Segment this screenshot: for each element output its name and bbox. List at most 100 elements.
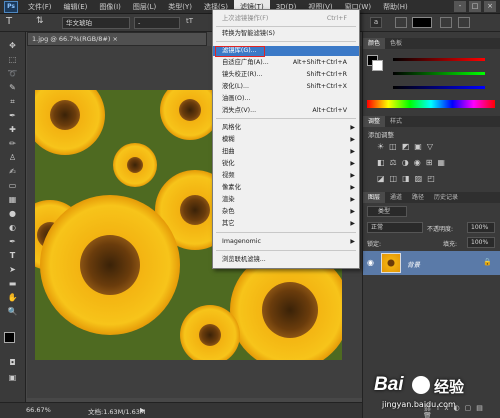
menu-file[interactable]: 文件(F) [22,0,58,14]
tab-history[interactable]: 历史记录 [429,192,463,203]
menu-item-distort[interactable]: 扭曲 ▶ [213,147,359,157]
menu-item-noise[interactable]: 杂色 ▶ [213,207,359,217]
right-panels: 颜色 色板 调整 样式 添加调整 ☀◫◩▣▽ ◧⚖◑◉⊞▦ ◪◫◨▨◰ 图层 通… [362,32,500,418]
menu-item-vanishing-point[interactable]: 消失点(V)... Alt+Ctrl+V [213,106,359,116]
red-slider[interactable] [393,58,485,61]
anti-alias-icon[interactable]: a [370,17,382,28]
color-spectrum-bar[interactable] [367,100,495,108]
font-style-select[interactable]: - [134,17,180,29]
path-selection-tool-icon[interactable]: ➤ [5,264,20,275]
menu-item-pixelate[interactable]: 像素化 ▶ [213,183,359,193]
zoom-tool-icon[interactable]: 🔍 [5,306,20,317]
submenu-arrow-icon: ▶ [350,220,355,227]
menu-image[interactable]: 图像(I) [93,0,127,14]
eyedropper-tool-icon[interactable]: ✒ [5,110,20,121]
menu-item-video[interactable]: 视频 ▶ [213,171,359,181]
menu-layer[interactable]: 图层(L) [127,0,162,14]
watermark-brand-2: 经验 [434,378,465,396]
adjustments-title: 添加调整 [368,131,394,139]
fill-field[interactable]: 100% [467,237,495,248]
quick-mask-icon[interactable]: ◘ [5,357,20,368]
tab-color[interactable]: 颜色 [363,38,386,49]
menu-help[interactable]: 帮助(H) [377,0,414,14]
document-tab[interactable]: 1.jpg @ 66.7%(RGB/8#) × [27,32,207,46]
adjustment-icons-row-1[interactable]: ☀◫◩▣▽ [377,142,438,151]
menu-type[interactable]: 类型(Y) [162,0,198,14]
zoom-level[interactable]: 66.67% [26,406,51,414]
eraser-tool-icon[interactable]: ▭ [5,180,20,191]
clone-stamp-tool-icon[interactable]: ♙ [5,152,20,163]
menu-item-imagenomic[interactable]: Imagenomic ▶ [213,237,359,247]
marquee-tool-icon[interactable]: ⬚ [5,54,20,65]
menu-item-convert-smart-filters[interactable]: 转换为智能滤镜(S) [213,29,359,39]
hand-tool-icon[interactable]: ✋ [5,292,20,303]
adjustment-icons-row-3[interactable]: ◪◫◨▨◰ [377,174,440,183]
type-tool-icon[interactable]: T [6,16,12,27]
menu-item-other[interactable]: 其它 ▶ [213,219,359,229]
layer-kind-filter[interactable]: 类型 [367,206,407,217]
text-color-swatch[interactable] [412,17,432,28]
tab-paths[interactable]: 路径 [407,192,429,203]
menu-item-adaptive-wide-angle[interactable]: 自适应广角(A)... Alt+Shift+Ctrl+A [213,58,359,68]
font-size-icon: tT [186,17,194,25]
tab-swatches[interactable]: 色板 [385,38,407,49]
menu-item-blur[interactable]: 模糊 ▶ [213,135,359,145]
pen-tool-icon[interactable]: ✒ [5,236,20,247]
menu-item-render[interactable]: 渲染 ▶ [213,195,359,205]
crop-tool-icon[interactable]: ⌗ [5,96,20,107]
history-brush-tool-icon[interactable]: ✍ [5,166,20,177]
foreground-color-swatch[interactable] [4,332,15,343]
opacity-field[interactable]: 100% [467,222,495,233]
lasso-tool-icon[interactable]: ➰ [5,68,20,79]
layer-row-background[interactable]: ◉ 背景 🔒 [363,251,500,275]
type-tool-icon[interactable]: T [5,250,20,261]
tab-adjustments[interactable]: 调整 [363,116,386,127]
green-slider[interactable] [393,72,485,75]
color-panel-tabs: 颜色 色板 [363,38,500,49]
layer-name[interactable]: 背景 [407,259,420,269]
menu-item-lens-correction[interactable]: 镜头校正(R)... Shift+Ctrl+R [213,70,359,80]
menu-item-liquify[interactable]: 液化(L)... Shift+Ctrl+X [213,82,359,92]
blend-mode-select[interactable]: 正常 [367,222,423,233]
tab-styles[interactable]: 样式 [385,116,407,127]
align-button[interactable] [395,17,407,28]
menu-item-oil-paint[interactable]: 油画(O)... [213,94,359,104]
warp-text-button[interactable] [440,17,452,28]
maximize-button[interactable]: □ [469,1,481,12]
text-orientation-icon[interactable]: ⇅ [36,16,44,26]
blur-tool-icon[interactable]: ● [5,208,20,219]
tab-channels[interactable]: 通道 [385,192,407,203]
dodge-tool-icon[interactable]: ◐ [5,222,20,233]
adjustment-icons-row-2[interactable]: ◧⚖◑◉⊞▦ [377,158,450,167]
panel-background-swatch[interactable] [372,60,383,71]
move-tool-icon[interactable]: ✥ [5,40,20,51]
paw-logo-icon [412,376,430,394]
fill-label: 填充: [443,241,458,248]
lock-label: 锁定: [367,241,382,248]
photoshop-window: Ps 文件(F) 编辑(E) 图像(I) 图层(L) 类型(Y) 选择(S) 滤… [0,0,500,418]
blue-slider[interactable] [393,86,485,89]
gradient-tool-icon[interactable]: ▦ [5,194,20,205]
brush-tool-icon[interactable]: ✏ [5,138,20,149]
submenu-arrow-icon: ▶ [350,172,355,179]
minimize-button[interactable]: - [454,1,466,12]
visibility-eye-icon[interactable]: ◉ [367,258,374,267]
menu-item-browse-filters-online[interactable]: 浏览联机滤镜... [213,255,359,265]
quick-select-tool-icon[interactable]: ✎ [5,82,20,93]
shape-tool-icon[interactable]: ▬ [5,278,20,289]
photoshop-logo: Ps [4,0,18,13]
healing-brush-tool-icon[interactable]: ✚ [5,124,20,135]
menu-item-last-filter[interactable]: 上次滤镜操作(F) Ctrl+F [213,14,359,24]
screen-mode-icon[interactable]: ▣ [5,372,20,383]
tab-layers[interactable]: 图层 [363,192,386,203]
window-controls: - □ × [454,1,496,12]
close-button[interactable]: × [484,1,496,12]
status-menu-arrow-icon[interactable]: ▶ [140,406,145,414]
font-family-select[interactable]: 华文琥珀 [62,17,130,29]
document-size: 文档:1.63M/1.63M [88,408,146,416]
menu-item-stylize[interactable]: 风格化 ▶ [213,123,359,133]
menu-item-sharpen[interactable]: 锐化 ▶ [213,159,359,169]
lock-icon: 🔒 [483,258,492,266]
character-panel-button[interactable] [458,17,470,28]
menu-edit[interactable]: 编辑(E) [58,0,94,14]
